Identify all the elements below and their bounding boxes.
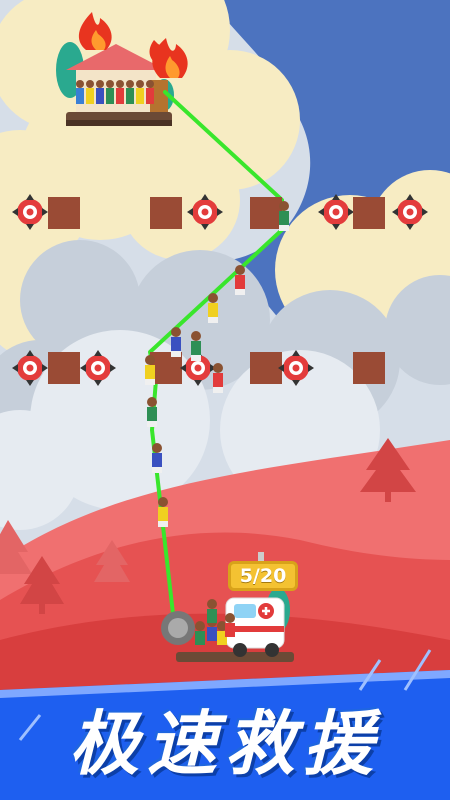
dirt-block-icon	[353, 352, 385, 384]
dirt-block-icon	[150, 197, 182, 229]
game-scene	[0, 0, 450, 800]
dirt-block-icon	[353, 197, 385, 229]
rescue-counter: 5/20	[228, 561, 298, 591]
dirt-block-icon	[250, 197, 282, 229]
dirt-block-icon	[48, 352, 80, 384]
banner-title: 极速救援	[69, 702, 381, 785]
dirt-block-icon	[48, 197, 80, 229]
dirt-block-icon	[250, 352, 282, 384]
